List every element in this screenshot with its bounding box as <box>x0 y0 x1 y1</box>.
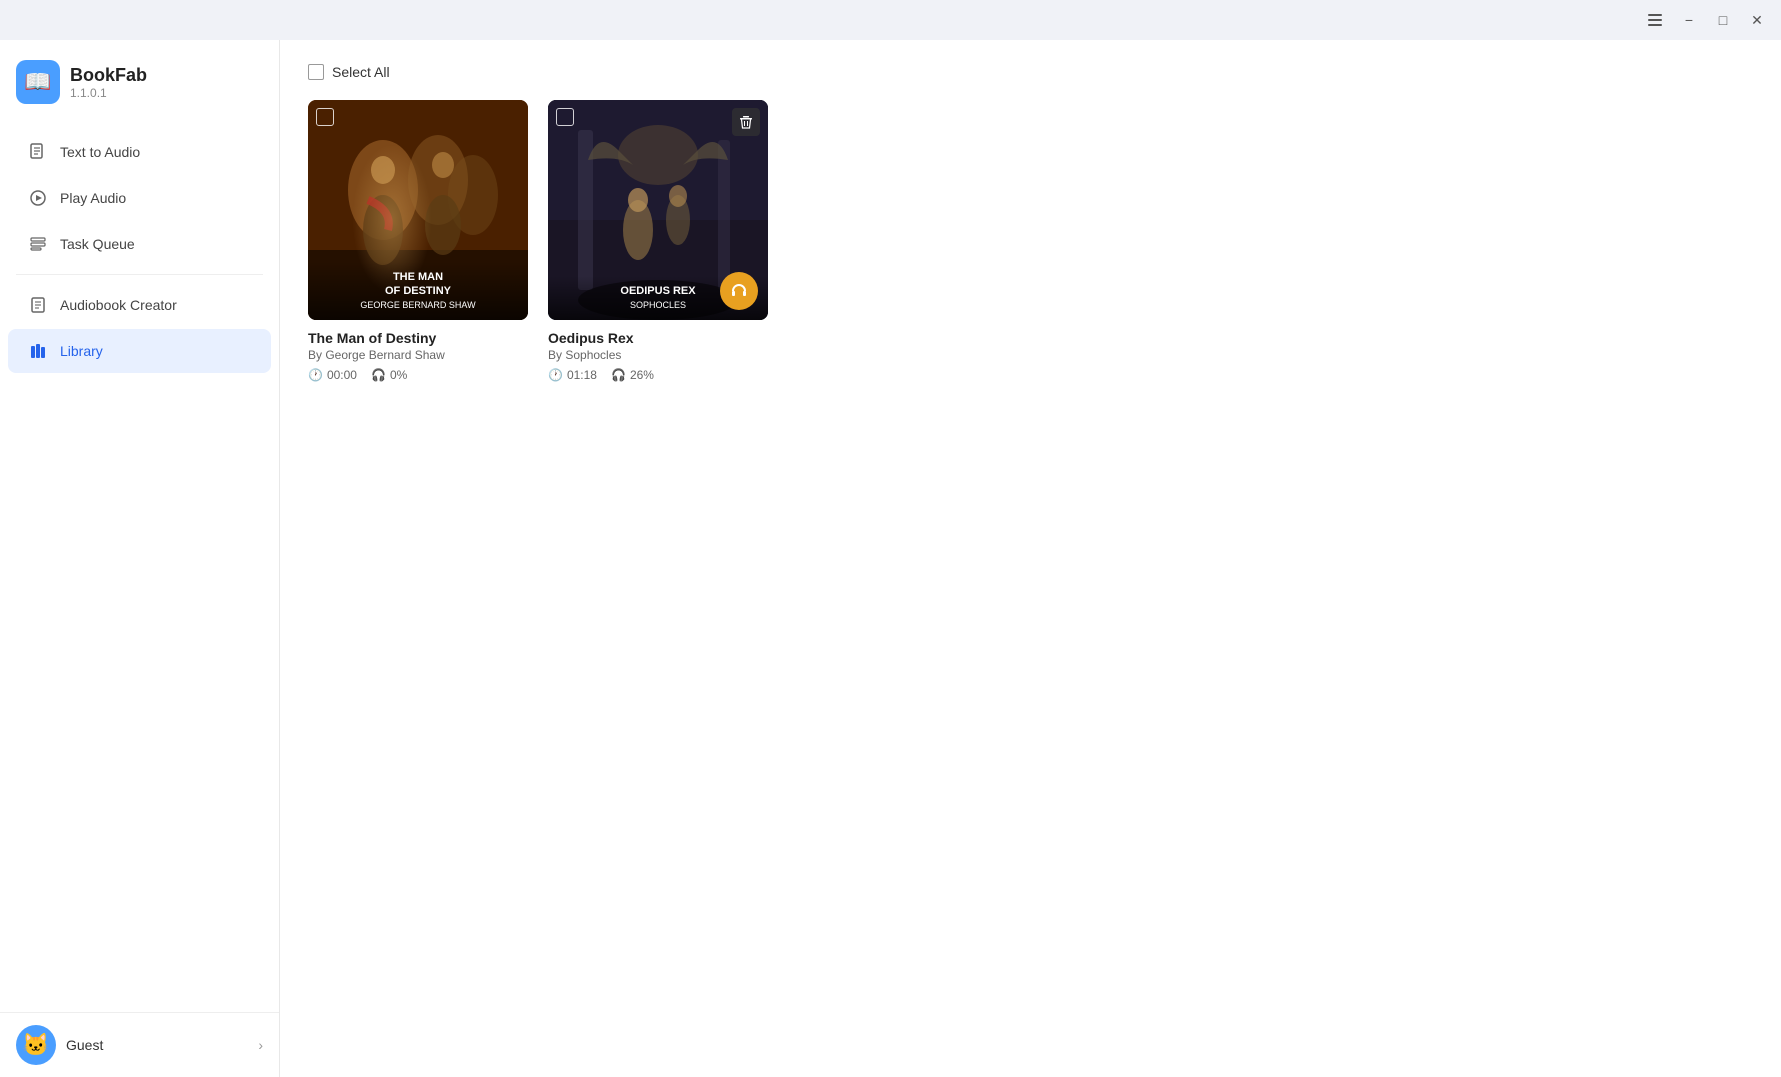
main-content: Select All <box>280 40 1781 1077</box>
user-area[interactable]: 🐱 Guest › <box>0 1012 279 1077</box>
minimize-button[interactable]: − <box>1673 6 1705 34</box>
clock-icon: 🕐 <box>308 368 323 382</box>
queue-icon <box>28 234 48 254</box>
select-all-label: Select All <box>332 64 390 80</box>
nav-divider <box>16 274 263 275</box>
sidebar-item-text-to-audio-label: Text to Audio <box>60 144 140 160</box>
sidebar-item-task-queue[interactable]: Task Queue <box>8 222 271 266</box>
hamburger-icon <box>1648 14 1662 26</box>
app-logo-icon: 📖 <box>16 60 60 104</box>
headphones-play-icon <box>730 282 748 300</box>
logo-text: BookFab 1.1.0.1 <box>70 65 147 100</box>
clock-icon-2: 🕐 <box>548 368 563 382</box>
title-bar: − □ ✕ <box>0 0 1781 40</box>
book-icon <box>28 295 48 315</box>
book-duration-value-2: 01:18 <box>567 368 597 382</box>
book-delete-button-oedipus-rex[interactable] <box>732 108 760 136</box>
sidebar-item-task-queue-label: Task Queue <box>60 236 135 252</box>
cover-title-line1: THE MAN <box>318 270 518 284</box>
book-cover-wrapper-oedipus-rex: OEDIPUS REX SOPHOCLES <box>548 100 768 320</box>
library-icon <box>28 341 48 361</box>
play-circle-icon <box>28 188 48 208</box>
book-progress-oedipus-rex: 🎧 26% <box>611 368 654 382</box>
book-cover-wrapper-man-of-destiny: THE MAN OF DESTINY GEORGE BERNARD SHAW <box>308 100 528 320</box>
book-progress-value: 0% <box>390 368 407 382</box>
user-name: Guest <box>66 1037 248 1053</box>
close-button[interactable]: ✕ <box>1741 6 1773 34</box>
doc-icon <box>28 142 48 162</box>
book-checkbox-oedipus-rex[interactable] <box>556 108 574 126</box>
sidebar-item-play-audio[interactable]: Play Audio <box>8 176 271 220</box>
app-name: BookFab <box>70 65 147 86</box>
book-cover-overlay-man-of-destiny: THE MAN OF DESTINY GEORGE BERNARD SHAW <box>308 262 528 320</box>
book-play-button-oedipus-rex[interactable] <box>720 272 758 310</box>
books-grid: THE MAN OF DESTINY GEORGE BERNARD SHAW T… <box>308 100 1753 382</box>
book-duration-value: 00:00 <box>327 368 357 382</box>
sidebar-item-play-audio-label: Play Audio <box>60 190 126 206</box>
book-progress-man-of-destiny: 🎧 0% <box>371 368 407 382</box>
app-version: 1.1.0.1 <box>70 86 147 100</box>
book-card-man-of-destiny[interactable]: THE MAN OF DESTINY GEORGE BERNARD SHAW T… <box>308 100 528 382</box>
book-duration-oedipus-rex: 🕐 01:18 <box>548 368 597 382</box>
hamburger-button[interactable] <box>1639 6 1671 34</box>
book-meta-man-of-destiny: 🕐 00:00 🎧 0% <box>308 368 528 382</box>
sidebar-item-audiobook-creator-label: Audiobook Creator <box>60 297 177 313</box>
book-duration-man-of-destiny: 🕐 00:00 <box>308 368 357 382</box>
user-chevron-icon: › <box>258 1037 263 1053</box>
cover-author: GEORGE BERNARD SHAW <box>318 300 518 312</box>
cover-title-line2: OF DESTINY <box>318 284 518 298</box>
book-title-oedipus-rex: Oedipus Rex <box>548 330 768 346</box>
maximize-button[interactable]: □ <box>1707 6 1739 34</box>
book-card-oedipus-rex[interactable]: OEDIPUS REX SOPHOCLES <box>548 100 768 382</box>
sidebar-item-text-to-audio[interactable]: Text to Audio <box>8 130 271 174</box>
select-all-checkbox[interactable] <box>308 64 324 80</box>
headphones-icon: 🎧 <box>371 368 386 382</box>
book-checkbox-man-of-destiny[interactable] <box>316 108 334 126</box>
window-controls: − □ ✕ <box>1639 6 1773 34</box>
headphones-icon-2: 🎧 <box>611 368 626 382</box>
app-body: 📖 BookFab 1.1.0.1 Text to Audio <box>0 40 1781 1077</box>
nav-menu: Text to Audio Play Audio <box>0 120 279 1012</box>
book-author-oedipus-rex: By Sophocles <box>548 348 768 362</box>
book-meta-oedipus-rex: 🕐 01:18 🎧 26% <box>548 368 768 382</box>
sidebar: 📖 BookFab 1.1.0.1 Text to Audio <box>0 40 280 1077</box>
book-progress-value-2: 26% <box>630 368 654 382</box>
logo-area: 📖 BookFab 1.1.0.1 <box>0 40 279 120</box>
user-avatar-emoji: 🐱 <box>22 1032 49 1058</box>
user-avatar: 🐱 <box>16 1025 56 1065</box>
sidebar-item-library[interactable]: Library <box>8 329 271 373</box>
book-title-man-of-destiny: The Man of Destiny <box>308 330 528 346</box>
trash-icon <box>739 115 753 129</box>
sidebar-item-library-label: Library <box>60 343 103 359</box>
book-author-man-of-destiny: By George Bernard Shaw <box>308 348 528 362</box>
select-all-row: Select All <box>308 64 1753 80</box>
sidebar-item-audiobook-creator[interactable]: Audiobook Creator <box>8 283 271 327</box>
